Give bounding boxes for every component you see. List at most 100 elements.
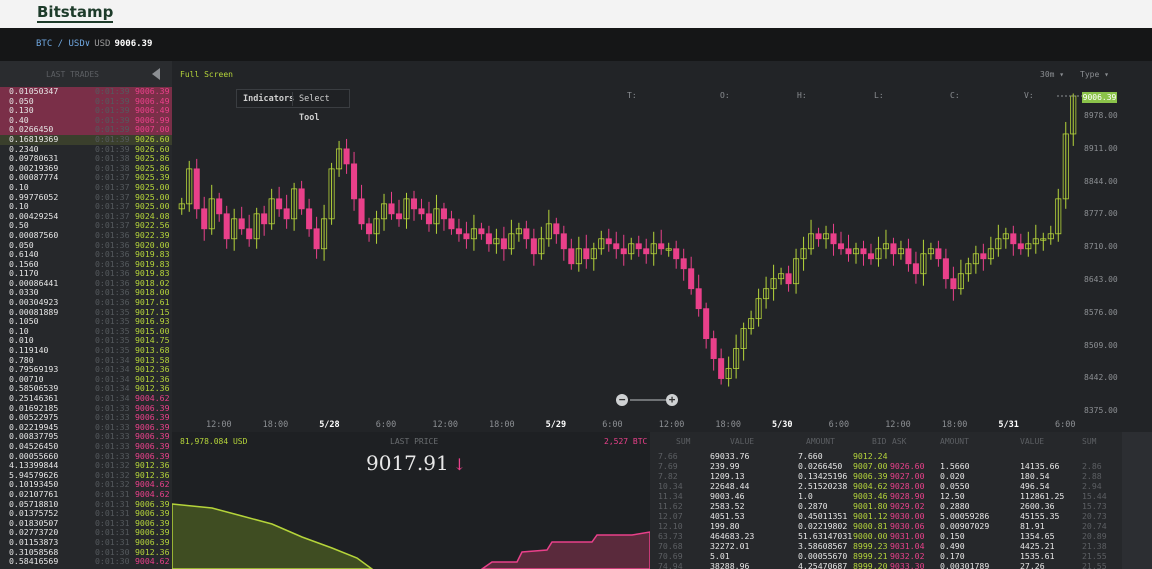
ohlc-label-low: L:: [874, 91, 884, 100]
candle-body: [388, 203, 395, 215]
order-book-row[interactable]: 12.10 199.80 0.02219802 9000.81 9030.06 0.009…: [650, 521, 1152, 531]
order-book-row[interactable]: 7.82 1209.13 0.13425196 9006.39 9027.00 0.020…: [650, 471, 1152, 481]
book-bid-value: 22648.44: [710, 481, 750, 491]
time-tick-label: 12:00: [206, 420, 232, 430]
book-ask-amount: 1.5660: [940, 461, 970, 471]
candle-body: [785, 273, 792, 285]
ohlc-label-close: C:: [950, 91, 960, 100]
fullscreen-button[interactable]: Full Screen: [180, 70, 233, 79]
order-book-row[interactable]: 11.34 9003.46 1.0 9003.46 9028.90 12.50 112861…: [650, 491, 1152, 501]
zoom-out-icon[interactable]: −: [616, 394, 628, 406]
candle-body: [553, 223, 560, 235]
brand-logo[interactable]: Bitstamp: [37, 3, 114, 23]
depth-chart: 81,978.084 USD LAST PRICE 9017.91 ↓ 2,527…: [172, 432, 650, 569]
candle-body: [860, 248, 867, 255]
book-header-ask-amount: AMOUNT: [940, 437, 969, 446]
book-bid-price: 9000.81: [853, 521, 888, 531]
ohlc-label-volume: V:: [1024, 91, 1034, 100]
speaker-icon[interactable]: [152, 68, 160, 80]
order-book-row[interactable]: 70.69 5.01 0.00055670 8999.21 9032.02 0.170 15…: [650, 551, 1152, 561]
time-tick-label: 18:00: [489, 420, 515, 430]
last-price: 9017.91 ↓: [366, 451, 466, 475]
candle-body: [485, 233, 492, 245]
interval-dropdown[interactable]: 30m ▾: [1040, 70, 1064, 79]
tool-label[interactable]: Tool: [299, 113, 319, 123]
book-ask-price: 9031.00: [890, 531, 925, 541]
select-tool-button[interactable]: Select: [299, 94, 330, 104]
time-tick-label: 18:00: [941, 420, 968, 430]
book-ask-amount: 5.00059286: [940, 511, 990, 521]
order-book-row[interactable]: 7.66 69033.76 7.660 9012.24: [650, 451, 1152, 461]
chevron-down-icon[interactable]: ∨: [85, 39, 90, 49]
time-tick-label: 12:00: [885, 420, 911, 430]
candle-body: [418, 208, 425, 215]
pair-selector[interactable]: BTC / USD∨ USD 9006.39: [36, 39, 152, 49]
candle-body: [261, 213, 268, 225]
book-ask-price: 9029.02: [890, 501, 925, 511]
book-ask-value: 1354.65: [1020, 531, 1055, 541]
book-ask-sum: 21.55: [1082, 551, 1107, 561]
time-tick-label: 18:00: [262, 420, 289, 430]
candle-body: [583, 248, 590, 260]
order-book-row[interactable]: 11.62 2583.52 0.2870 9001.80 9029.02 0.2880 26…: [650, 501, 1152, 511]
type-label[interactable]: Type: [1080, 70, 1099, 79]
book-ask-amount: 0.2880: [940, 501, 970, 511]
time-tick-label: 18:00: [715, 420, 741, 430]
price-tick-label: 8442.00: [1084, 373, 1118, 383]
price-chart[interactable]: Full Screen 30m ▾ Type ▾ Indicators Sele…: [172, 61, 1152, 432]
book-ask-amount: 0.170: [940, 551, 965, 561]
order-book-row[interactable]: 63.73 464683.23 51.63147031 9000.00 9031.00 0…: [650, 531, 1152, 541]
book-bid-value: 69033.76: [710, 451, 750, 461]
order-book-row[interactable]: 74.94 38288.96 4.25470687 8999.20 9033.30 0.0…: [650, 561, 1152, 569]
book-ask-sum: 15.73: [1082, 501, 1107, 511]
pair-label[interactable]: BTC / USD: [36, 39, 85, 49]
book-ask-value: 2600.36: [1020, 501, 1055, 511]
candle-body: [313, 228, 320, 250]
order-book-row[interactable]: 7.69 239.99 0.0266450 9007.00 9026.60 1.5660 1…: [650, 461, 1152, 471]
book-ask-value: 1535.61: [1020, 551, 1055, 561]
book-bid-price: 9000.00: [853, 531, 888, 541]
order-book-row[interactable]: 12.07 4051.53 0.45011351 9001.12 9030.00 5.00…: [650, 511, 1152, 521]
indicators-button[interactable]: Indicators: [243, 94, 294, 104]
candle-body: [980, 253, 987, 260]
zoom-in-icon[interactable]: +: [666, 394, 678, 406]
book-ask-value: 14135.66: [1020, 461, 1060, 471]
book-bid-sum: 10.34: [658, 481, 683, 491]
book-bid-value: 239.99: [710, 461, 740, 471]
book-ask-sum: 2.86: [1082, 461, 1102, 471]
order-book-row[interactable]: 10.34 22648.44 2.51520238 9004.62 9028.00 0.0…: [650, 481, 1152, 491]
book-ask-value: 4425.21: [1020, 541, 1055, 551]
ohlc-label-time: T:: [627, 91, 637, 100]
time-tick-label: 6:00: [375, 420, 397, 430]
type-dropdown[interactable]: Type ▾: [1080, 70, 1109, 79]
candle-body: [410, 198, 418, 210]
quote-label: USD: [94, 39, 111, 49]
order-book-row[interactable]: 70.68 32272.01 3.58608567 8999.23 9031.04 0.4…: [650, 541, 1152, 551]
last-price-value: 9017.91: [366, 451, 449, 475]
book-ask-price: 9026.60: [890, 461, 925, 471]
candle-body: [620, 248, 627, 255]
book-ask-value: 27.26: [1020, 561, 1045, 569]
price-tick-label: 8911.00: [1084, 143, 1118, 153]
caret-down-icon[interactable]: ▾: [1059, 70, 1064, 79]
book-bid-amount: 7.660: [798, 451, 823, 461]
book-bid-sum: 7.66: [658, 451, 678, 461]
interval-label[interactable]: 30m: [1040, 70, 1054, 79]
book-ask-price: 9031.04: [890, 541, 925, 551]
book-bid-sum: 7.69: [658, 461, 678, 471]
caret-down-icon[interactable]: ▾: [1104, 70, 1109, 79]
zoom-slider[interactable]: [630, 399, 666, 401]
candle-body: [890, 243, 897, 255]
candle-body: [351, 163, 358, 200]
order-book: SUM VALUE AMOUNT BID ASK AMOUNT VALUE SU…: [650, 432, 1152, 569]
book-bid-sum: 11.62: [658, 501, 683, 511]
book-ask-price: 9033.30: [890, 561, 925, 569]
candle-body: [643, 248, 650, 255]
book-ask-value: 81.91: [1020, 521, 1045, 531]
indicators-toolbar: Indicators Select: [236, 89, 350, 108]
book-ask-price: 9028.00: [890, 481, 925, 491]
book-ask-price: 9030.06: [890, 521, 925, 531]
candle-body: [193, 168, 200, 210]
candle-body: [560, 233, 567, 250]
candle-body: [223, 213, 230, 240]
